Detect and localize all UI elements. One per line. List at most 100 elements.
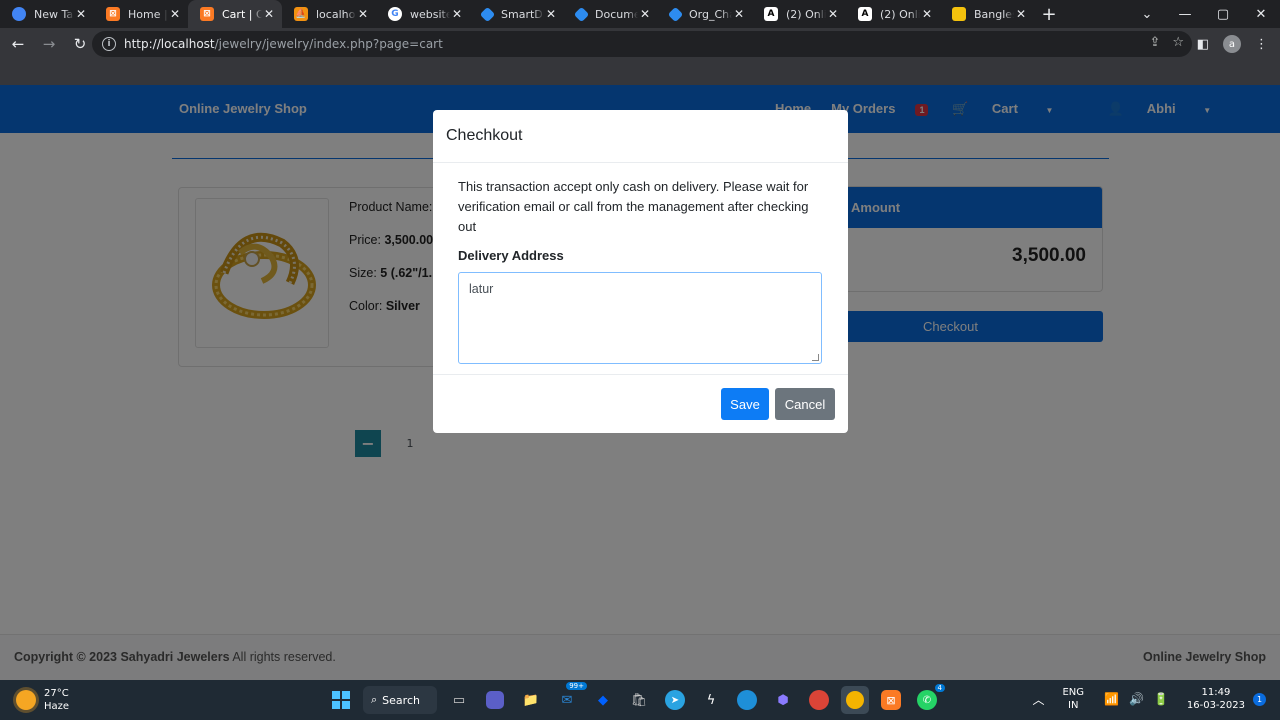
language-code: ENG [1062,687,1085,698]
close-icon[interactable]: ✕ [1014,7,1028,21]
a-icon: A [858,7,872,21]
share-icon[interactable]: ⇪ [1149,35,1160,50]
wifi-icon[interactable]: 📶 [1104,692,1119,706]
clock-time: 11:49 [1201,687,1231,698]
telegram-icon[interactable]: ➤ [665,690,685,710]
edge-icon[interactable] [737,690,757,710]
minimize-icon[interactable]: — [1166,0,1204,28]
address-bar[interactable]: i http://localhost/jewelry/jewelry/index… [92,31,1192,57]
close-icon[interactable]: ✕ [826,7,840,21]
tab-title: SmartDraw [501,7,544,21]
back-icon[interactable]: ← [5,31,31,57]
tab-title: Home | Online Jewelry Shop [128,7,168,21]
modal-footer: Save Cancel [433,374,848,433]
tab-online-2[interactable]: A (2) Online ✕ [846,0,940,28]
whatsapp-icon[interactable]: ✆ 4 [917,684,945,710]
weather-temperature: 27°C [44,688,69,699]
bookmark-star-icon[interactable]: ☆ [1172,35,1184,50]
taskbar-search-label: Search [382,693,420,707]
system-tray: ︿ ENG IN 📶 🔊 🔋 11:49 16-03-2023 1 [1032,686,1266,712]
dropbox-icon[interactable]: ◆ [589,686,617,714]
reload-icon[interactable]: ↻ [67,31,93,57]
battery-icon[interactable]: 🔋 [1154,692,1169,706]
tab-title: localhost [316,7,356,21]
sun-haze-icon [16,690,36,710]
side-panel-icon[interactable]: ◧ [1197,37,1209,52]
tab-title: (2) Online [786,7,826,21]
google-icon: G [388,7,402,21]
close-icon[interactable]: ✕ [168,7,182,21]
teams-chat-icon[interactable] [486,691,504,709]
clock-date: 16-03-2023 [1186,700,1245,711]
close-icon[interactable]: ✕ [450,7,464,21]
close-window-icon[interactable]: ✕ [1242,0,1280,28]
region-code: IN [1068,700,1079,711]
url-text: http://localhost/jewelry/jewelry/index.p… [124,37,443,51]
delivery-address-textarea[interactable]: latur [458,272,822,364]
tab-localhost[interactable]: ⛵ localhost ✕ [282,0,376,28]
tab-home[interactable]: ⊠ Home | Online Jewelry Shop ✕ [94,0,188,28]
tab-cart[interactable]: ⊠ Cart | Online Jewelry Shop ✕ [188,0,282,28]
maximize-icon[interactable]: ▢ [1204,0,1242,28]
resize-handle-icon[interactable] [812,354,819,361]
close-icon[interactable]: ✕ [74,7,88,21]
modal-title: Chechkout [433,110,848,163]
language-indicator[interactable]: ENG IN [1062,686,1084,712]
tab-org-chart[interactable]: Org_Chart ✕ [658,0,752,28]
profile-avatar[interactable]: a [1223,35,1241,53]
notification-badge[interactable]: 1 [1253,692,1266,706]
close-icon[interactable]: ✕ [920,7,934,21]
store-icon[interactable]: 🛍 [625,686,653,714]
window-controls: ⌄ — ▢ ✕ [1128,0,1280,28]
site-info-icon[interactable]: i [102,37,116,51]
windows-start-icon[interactable] [327,686,355,714]
cancel-button[interactable]: Cancel [775,388,835,420]
new-tab-button[interactable]: + [1034,0,1064,28]
modal-body: This transaction accept only cash on del… [433,163,848,364]
save-button[interactable]: Save [721,388,769,420]
tab-title: Bangles & Bracelets [974,7,1014,21]
task-view-icon[interactable]: ▭ [445,686,473,714]
xampp-icon: ⊠ [200,7,214,21]
close-icon[interactable]: ✕ [638,7,652,21]
taskbar-apps: ⌕ Search ▭ 📁 ✉ 99+ ◆ 🛍 ➤ ϟ ⬢ ⊠ ✆ 4 [327,682,949,714]
weather-widget[interactable]: 27°C Haze [16,687,69,713]
smartdraw-icon [573,6,590,22]
search-icon: ⌕ [371,693,378,706]
copilot-icon[interactable]: ⬢ [769,686,797,714]
close-icon[interactable]: ✕ [544,7,558,21]
forward-icon[interactable]: → [36,31,62,57]
smartdraw-icon [667,6,684,22]
close-icon[interactable]: ✕ [262,7,276,21]
chrome-app-icon[interactable] [809,690,829,710]
close-icon[interactable]: ✕ [732,7,746,21]
tab-new-tab[interactable]: New Tab ✕ [0,0,94,28]
xampp-app-icon[interactable]: ⊠ [881,690,901,710]
bookmarks-bar [0,60,1280,85]
close-icon[interactable]: ✕ [356,7,370,21]
menu-icon[interactable]: ⋮ [1255,37,1268,52]
tab-title: New Tab [34,7,74,21]
tab-title: Org_Chart [689,7,732,21]
chrome-profile-icon[interactable] [841,686,869,714]
phpmyadmin-icon: ⛵ [294,7,308,21]
delivery-address-label: Delivery Address [458,248,564,263]
file-explorer-icon[interactable]: 📁 [517,686,545,714]
volume-icon[interactable]: 🔊 [1129,692,1144,706]
modal-message: This transaction accept only cash on del… [458,179,809,234]
delivery-address-value: latur [469,282,494,296]
tab-bangles[interactable]: Bangles & Bracelets ✕ [940,0,1034,28]
weather-condition: Haze [44,701,70,712]
clock[interactable]: 11:49 16-03-2023 [1187,686,1245,712]
taskbar-search[interactable]: ⌕ Search [363,686,437,714]
tab-search-icon[interactable]: ⌄ [1128,0,1166,28]
mail-icon[interactable]: ✉ 99+ [553,682,587,714]
tab-google[interactable]: G website names ✕ [376,0,470,28]
checkout-modal: Chechkout This transaction accept only c… [433,110,848,433]
bangles-icon [952,7,966,21]
tab-online-1[interactable]: A (2) Online ✕ [752,0,846,28]
tab-document[interactable]: Document ✕ [564,0,658,28]
tab-smartdraw[interactable]: SmartDraw ✕ [470,0,564,28]
chevron-up-icon[interactable]: ︿ [1032,691,1044,708]
lightning-app-icon[interactable]: ϟ [697,686,725,714]
